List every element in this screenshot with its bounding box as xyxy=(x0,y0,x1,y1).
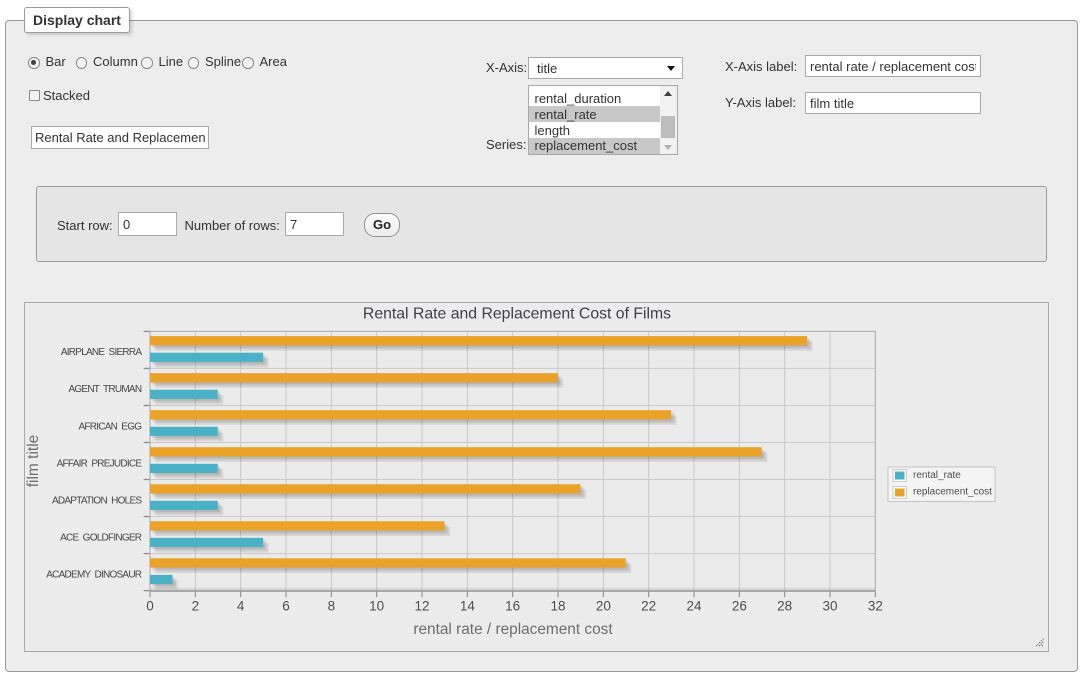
svg-text:ACE GOLDFINGER: ACE GOLDFINGER xyxy=(60,532,142,543)
svg-text:8: 8 xyxy=(328,598,336,613)
svg-text:20: 20 xyxy=(596,598,611,613)
svg-text:replacement_cost: replacement_cost xyxy=(913,487,992,498)
svg-text:30: 30 xyxy=(822,598,837,613)
svg-text:32: 32 xyxy=(868,598,883,613)
svg-text:14: 14 xyxy=(460,598,476,613)
svg-text:4: 4 xyxy=(237,598,245,613)
svg-text:22: 22 xyxy=(641,598,656,613)
svg-text:26: 26 xyxy=(732,598,747,613)
svg-text:10: 10 xyxy=(369,598,384,613)
svg-text:AFFAIR PREJUDICE: AFFAIR PREJUDICE xyxy=(57,458,143,469)
svg-text:ACADEMY DINOSAUR: ACADEMY DINOSAUR xyxy=(46,569,142,580)
svg-text:ADAPTATION HOLES: ADAPTATION HOLES xyxy=(52,495,142,506)
svg-text:12: 12 xyxy=(414,598,429,613)
svg-text:28: 28 xyxy=(777,598,792,613)
svg-text:24: 24 xyxy=(686,598,702,613)
svg-text:Rental Rate and Replacement Co: Rental Rate and Replacement Cost of Film… xyxy=(363,305,671,322)
svg-text:6: 6 xyxy=(282,598,290,613)
svg-text:AIRPLANE SIERRA: AIRPLANE SIERRA xyxy=(61,347,143,358)
svg-text:rental_rate: rental_rate xyxy=(913,470,961,481)
svg-text:18: 18 xyxy=(550,598,565,613)
svg-text:AGENT TRUMAN: AGENT TRUMAN xyxy=(68,384,141,395)
svg-text:AFRICAN EGG: AFRICAN EGG xyxy=(78,421,142,432)
svg-text:0: 0 xyxy=(146,598,154,613)
svg-text:16: 16 xyxy=(505,598,520,613)
svg-text:film title: film title xyxy=(25,435,42,488)
svg-text:2: 2 xyxy=(192,598,200,613)
svg-text:rental rate / replacement cost: rental rate / replacement cost xyxy=(413,621,613,638)
